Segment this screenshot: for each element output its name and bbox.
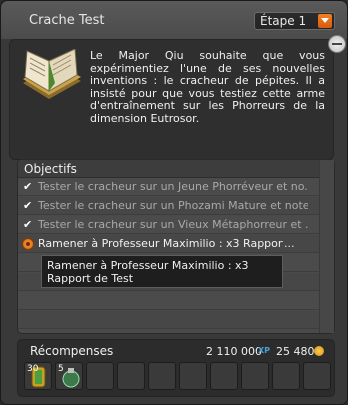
description-panel: Le Major Qiu souhaite que vous expérimen… — [9, 39, 334, 160]
minus-circle-icon[interactable] — [328, 35, 346, 53]
reward-qty: 5 — [58, 364, 64, 374]
objective-text: Tester le cracheur sur un Phozami Mature… — [38, 199, 308, 212]
objective-row[interactable]: ✔ Tester le cracheur sur un Vieux Métaph… — [18, 216, 319, 234]
quest-description: Le Major Qiu souhaite que vous expérimen… — [90, 49, 325, 125]
reward-slot-empty — [303, 362, 331, 390]
stage-label: Étape 1 — [260, 14, 307, 28]
reward-slot-empty — [179, 362, 207, 390]
objective-row[interactable]: ✔ Tester le cracheur sur un Jeune Phorré… — [18, 178, 319, 196]
reward-slot[interactable]: 5 — [55, 362, 83, 390]
checkmark-icon: ✔ — [23, 218, 33, 231]
rewards-title: Récompenses — [30, 344, 114, 358]
reward-slot-empty — [210, 362, 238, 390]
xp-value: 2 110 000 — [206, 345, 262, 358]
reward-slot-empty — [86, 362, 114, 390]
chevron-down-icon[interactable] — [318, 14, 332, 28]
objectives-header: Objectifs — [18, 160, 334, 178]
objectives-panel: Objectifs ✔ Tester le cracheur sur un Je… — [17, 159, 335, 334]
objective-more: ... — [284, 237, 295, 250]
objective-text: Tester le cracheur sur un Vieux Métaphor… — [38, 218, 308, 231]
open-book-icon — [23, 49, 81, 99]
objectives-scrollbar[interactable] — [319, 160, 334, 333]
window-header[interactable]: Crache Test Étape 1 — [1, 1, 347, 39]
objective-tooltip: Ramener à Professeur Maximilio : x3 Rapp… — [41, 255, 283, 288]
checkmark-icon: ✔ — [23, 199, 33, 212]
reward-slot[interactable]: 30 — [24, 362, 52, 390]
rewards-panel: Récompenses 2 110 000 XP 25 480 30 5 — [17, 339, 335, 397]
kamas-value: 25 480 — [276, 345, 315, 358]
reward-slot-empty — [272, 362, 300, 390]
quest-title: Crache Test — [29, 13, 105, 28]
objective-text: Tester le cracheur sur un Jeune Phorréve… — [38, 180, 308, 193]
quest-window: Crache Test Étape 1 Le Major Qiu souhait… — [0, 0, 348, 405]
objective-row[interactable]: Ramener à Professeur Maximilio : x3 Rapp… — [18, 235, 319, 253]
xp-icon: XP — [258, 346, 271, 355]
alert-icon — [22, 238, 34, 250]
objective-row-empty — [18, 311, 319, 329]
objective-text: Ramener à Professeur Maximilio : x3 Rapp… — [38, 237, 283, 250]
objective-row-empty — [18, 292, 319, 310]
kamas-coin-icon — [314, 346, 324, 356]
reward-slot-empty — [148, 362, 176, 390]
reward-slot-empty — [241, 362, 269, 390]
objective-row[interactable]: ✔ Tester le cracheur sur un Phozami Matu… — [18, 197, 319, 215]
objectives-title: Objectifs — [24, 162, 77, 176]
checkmark-icon: ✔ — [23, 180, 33, 193]
reward-slot-empty — [117, 362, 145, 390]
reward-qty: 30 — [27, 364, 39, 374]
stage-dropdown[interactable]: Étape 1 — [254, 12, 335, 30]
